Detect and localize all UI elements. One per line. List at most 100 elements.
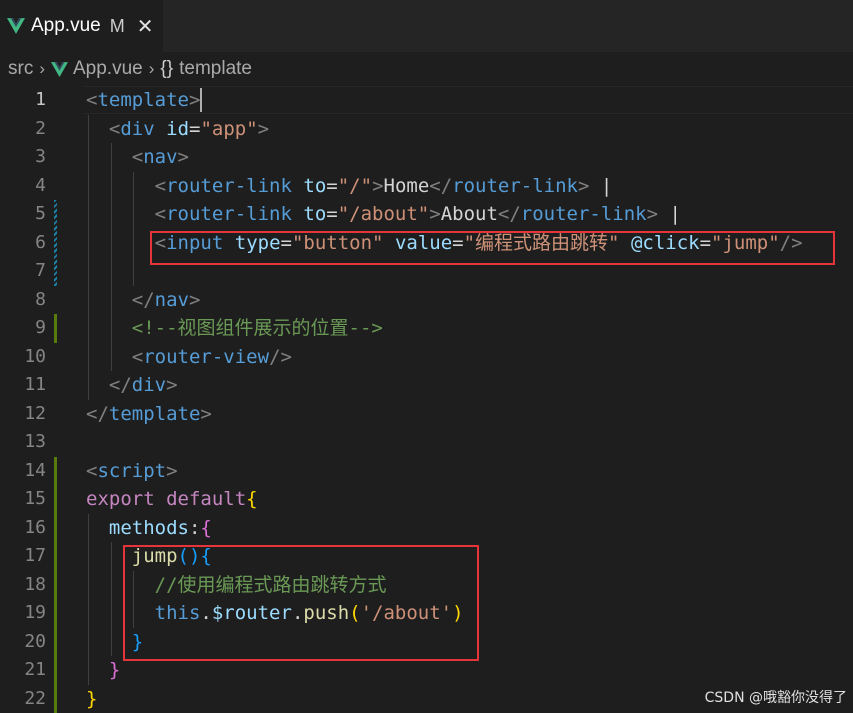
code-line[interactable]: 13 [0,428,853,457]
code-token: id [166,117,190,140]
code-token: = [326,174,338,197]
code-token: "app" [200,117,258,140]
code-token: | [589,174,613,197]
code-line[interactable]: 4 <router-link to="/">Home</router-link>… [0,172,853,201]
code-token: { [200,516,212,539]
code-token: </ [429,174,453,197]
code-token: > [166,374,178,396]
code-line[interactable]: 2 <div id="app"> [0,115,853,144]
code-token: = [326,203,338,225]
highlight-box [150,230,835,265]
code-line[interactable]: 15 export default{ [0,485,853,514]
code-token: router-link [166,174,292,197]
line-number: 21 [24,659,46,680]
code-token: | [658,203,681,225]
code-token: nav [143,146,178,168]
breadcrumb-template[interactable]: template [179,58,252,80]
code-token: </ [497,203,521,225]
code-line[interactable]: 5 <router-link to="/about">About</router… [0,200,853,229]
code-text: <!--视图组件展示的位置--> [86,314,383,343]
line-number: 2 [35,117,46,139]
code-text: <template> [86,86,200,115]
code-text: <div id="app"> [86,115,269,144]
tab-app-vue[interactable]: App.vue M ✕ [0,0,163,52]
vue-icon [51,61,68,77]
line-number: 14 [24,459,46,481]
code-token: < [131,345,144,368]
code-token: router-link [166,203,292,225]
close-icon[interactable]: ✕ [137,14,154,39]
code-token: /> [269,345,292,368]
line-number: 1 [35,89,46,110]
code-line[interactable]: 3 <nav> [0,143,853,172]
code-token: > [166,459,178,482]
code-text: methods:{ [86,514,212,543]
line-number: 10 [24,345,46,367]
code-token: < [154,203,167,225]
code-token: > [200,402,212,425]
code-line[interactable]: 10 <router-view/> [0,343,853,372]
code-token: </ [108,374,132,396]
code-token: nav [154,288,189,311]
code-token: div [120,117,155,140]
code-line[interactable]: 16 methods:{ [0,514,853,543]
code-text: export default{ [86,485,258,514]
code-token: to [303,203,327,225]
code-token: router-view [143,345,270,368]
code-line[interactable]: 12 </template> [0,400,853,429]
line-number: 18 [24,573,46,595]
vue-icon [7,18,25,34]
line-number: 4 [35,174,46,196]
line-number: 13 [24,431,46,452]
code-line[interactable]: 1 <template> [0,86,853,115]
line-number: 19 [24,602,46,623]
code-line[interactable]: 11 </div> [0,371,853,400]
code-token: script [97,459,167,482]
line-number: 16 [24,516,46,538]
code-line[interactable]: 14 <script> [0,457,853,486]
code-token: template [108,402,201,425]
code-token: Home [383,174,430,197]
code-token: < [86,459,98,482]
line-number: 22 [24,687,46,709]
code-token: < [154,174,167,197]
line-number: 5 [35,203,46,224]
code-text: <router-view/> [86,343,292,372]
text-cursor [200,88,202,112]
code-token: <!--视图组件展示的位置--> [131,317,383,339]
symbol-braces-icon: {} [160,58,174,79]
code-token: router-link [520,203,647,225]
code-token: > [429,203,441,225]
line-number: 11 [24,374,46,395]
code-token: </ [131,288,155,311]
code-token: < [131,146,144,168]
code-token: export [86,488,155,510]
code-text: } [86,685,97,713]
line-number: 9 [35,317,46,338]
code-text: <router-link to="/about">About</router-l… [86,200,681,229]
code-text: <script> [86,457,178,486]
line-number: 12 [24,402,46,424]
code-text: </div> [86,371,178,400]
code-token: to [303,174,327,197]
line-number: 6 [35,231,46,253]
code-token: { [246,488,258,510]
code-editor[interactable]: 1 <template> 2 <div id="app"> 3 <nav> 4 <rou… [0,86,853,713]
code-line[interactable]: 9 <!--视图组件展示的位置--> [0,314,853,343]
breadcrumb-app-vue[interactable]: App.vue [73,58,143,80]
line-number: 8 [35,288,46,310]
code-line[interactable]: 8 </nav> [0,286,853,315]
highlight-box [123,545,479,661]
breadcrumb: src › App.vue › {} template [0,52,853,86]
tab-bar: App.vue M ✕ [0,0,853,52]
code-text: <nav> [86,143,189,172]
breadcrumb-src[interactable]: src [8,58,33,80]
